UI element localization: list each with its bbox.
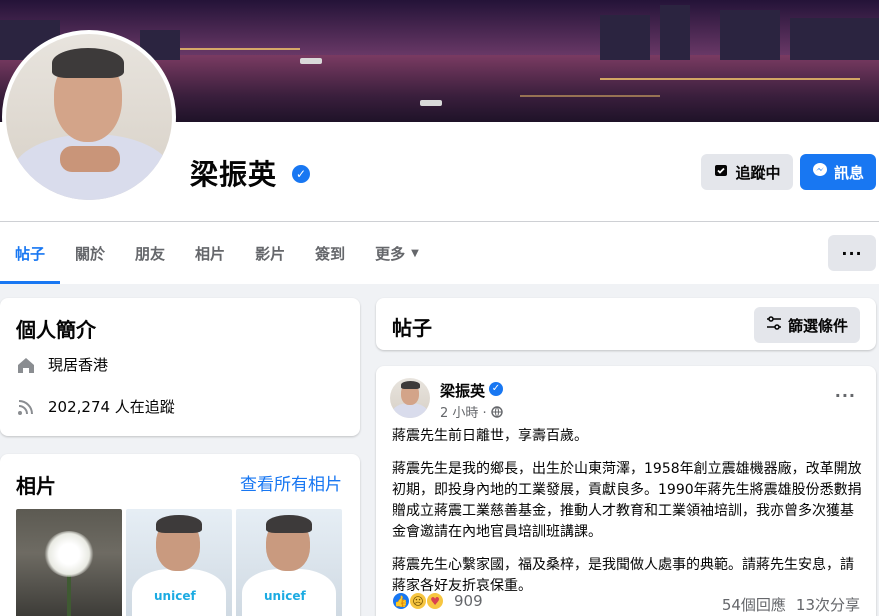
photo-hair [266,515,312,533]
cover-building [660,5,690,60]
tab-label: 關於 [75,244,106,263]
sliders-icon [766,315,782,335]
following-icon [713,162,729,182]
post-options-icon[interactable]: ··· [835,386,856,405]
reactions-summary[interactable]: 👍 ☹ ♥ 909 [392,592,483,610]
message-label: 訊息 [833,163,864,182]
tab-label: 相片 [195,244,226,263]
profile-tabs: 帖子 關於 朋友 相片 影片 簽到 更多 ▼ [0,222,434,284]
cover-boat [420,100,442,106]
intro-followers[interactable]: 202,274 人在追蹤 [16,396,175,417]
post-timestamp[interactable]: 2 小時 [440,406,478,421]
intro-title: 個人簡介 [16,318,96,342]
post-body: 蔣震先生前日離世，享壽百歲。 蔣震先生是我的鄉長，出生於山東菏澤，1958年創立… [392,426,862,609]
home-icon [16,355,36,375]
filter-button[interactable]: 篩選條件 [754,307,860,343]
photos-card: 相片 查看所有相片 unicef unicef [0,454,360,616]
tab-photos[interactable]: 相片 [180,222,240,284]
care-reaction-icon: ♥ [426,592,444,610]
tab-label: 影片 [255,244,286,263]
messenger-icon [812,162,828,182]
photo-thumbnail[interactable] [16,509,122,616]
photo-hair [156,515,202,533]
cover-light [600,78,860,80]
tab-label: 朋友 [135,244,166,263]
unicef-text: unicef [154,589,196,603]
ellipsis-icon: ··· [841,243,863,263]
tab-videos[interactable]: 影片 [240,222,300,284]
avatar-hands [60,146,120,172]
globe-icon [491,406,503,421]
following-label: 追蹤中 [735,163,781,182]
flower-image [44,531,94,577]
post-paragraph: 蔣震先生前日離世，享壽百歲。 [392,428,588,444]
avatar-hair [401,381,420,389]
profile-name: 梁振英 [190,158,278,191]
photo-thumbnail[interactable]: unicef [126,509,232,616]
cover-boat [300,58,322,64]
sad-reaction-icon: ☹ [409,592,427,610]
cover-light [180,48,300,50]
unicef-text: unicef [264,589,306,603]
following-button[interactable]: 追蹤中 [701,154,793,190]
verified-badge-icon: ✓ [292,165,310,183]
comments-count[interactable]: 54個回應 [722,594,786,615]
shares-count[interactable]: 13次分享 [796,594,860,615]
tab-checkins[interactable]: 簽到 [300,222,360,284]
cover-light [520,95,660,97]
cover-building [600,15,650,60]
message-button[interactable]: 訊息 [800,154,876,190]
see-all-photos-link[interactable]: 查看所有相片 [240,470,342,495]
post-stats: 54個回應 13次分享 [722,594,860,615]
followers-text: 202,274 人在追蹤 [48,398,175,416]
avatar-shirt [392,403,428,418]
photo-thumbnail[interactable]: unicef [236,509,342,616]
caret-down-icon: ▼ [411,247,419,259]
tab-label: 帖子 [15,244,46,263]
filter-label: 篩選條件 [787,316,848,335]
tab-label: 簽到 [315,244,346,263]
profile-avatar[interactable] [2,30,176,204]
post-author-avatar[interactable] [390,378,430,418]
cover-building [790,18,879,60]
post-card: 梁振英 ✓ 2 小時 · ··· 蔣震先生前日離世，享壽百歲。 蔣震先生是我的鄉… [376,366,876,616]
tab-about[interactable]: 關於 [60,222,120,284]
lives-in-text: 現居香港 [48,356,109,374]
post-paragraph: 蔣震先生心繫家國，福及桑梓，是我聞做人處事的典範。請蔣先生安息，請蔣家各好友折哀… [392,557,854,594]
tab-more[interactable]: 更多 ▼ [360,222,434,284]
post-meta: 2 小時 · [440,402,503,421]
rss-icon [16,397,36,417]
intro-card: 個人簡介 現居香港 202,274 人在追蹤 [0,298,360,436]
cover-building [720,10,780,60]
avatar-hair [52,48,124,78]
like-reaction-icon: 👍 [392,592,410,610]
photos-title: 相片 [16,474,56,498]
verified-badge-icon: ✓ [489,382,503,396]
tab-posts[interactable]: 帖子 [0,222,61,284]
tab-label: 更多 [375,244,406,263]
post-author-name[interactable]: 梁振英 [440,380,485,401]
more-options-button[interactable]: ··· [828,235,876,271]
reaction-count: 909 [454,592,483,610]
dot-separator: · [482,406,491,421]
posts-title: 帖子 [392,316,432,340]
tab-friends[interactable]: 朋友 [120,222,180,284]
post-paragraph: 蔣震先生是我的鄉長，出生於山東菏澤，1958年創立震雄機器廠，改革開放初期，即投… [392,461,862,540]
intro-lives-in: 現居香港 [16,354,108,375]
